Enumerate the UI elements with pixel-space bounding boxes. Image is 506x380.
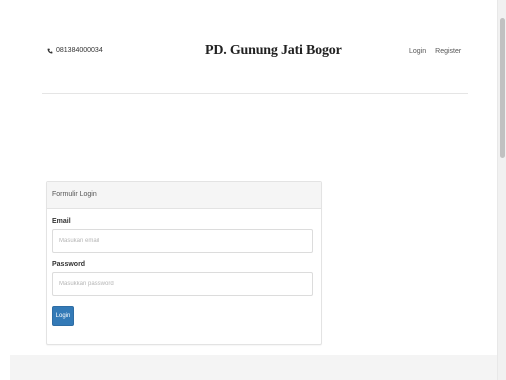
password-label: Password — [52, 261, 86, 268]
login-panel: Formulir Login Email Password Login — [46, 181, 322, 345]
footer — [10, 355, 497, 380]
phone-icon — [47, 48, 53, 54]
email-label: Email — [52, 218, 71, 225]
brand-title: PD. Gunung Jati Bogor — [205, 43, 342, 58]
login-button[interactable]: Login — [52, 306, 74, 326]
scrollbar-thumb[interactable] — [500, 18, 505, 158]
page: 081384000034 PD. Gunung Jati Bogor Login… — [0, 0, 497, 380]
login-panel-heading: Formulir Login — [47, 182, 321, 209]
password-field[interactable] — [52, 272, 313, 296]
header-phone: 081384000034 — [47, 47, 103, 54]
header-divider — [42, 93, 468, 94]
top-nav: Login Register — [409, 48, 461, 55]
nav-login-link[interactable]: Login — [409, 48, 426, 55]
email-field[interactable] — [52, 229, 313, 253]
nav-register-link[interactable]: Register — [435, 48, 461, 55]
login-panel-body: Email Password Login — [47, 218, 321, 326]
phone-number: 081384000034 — [56, 47, 103, 54]
vertical-scrollbar[interactable] — [497, 0, 506, 380]
